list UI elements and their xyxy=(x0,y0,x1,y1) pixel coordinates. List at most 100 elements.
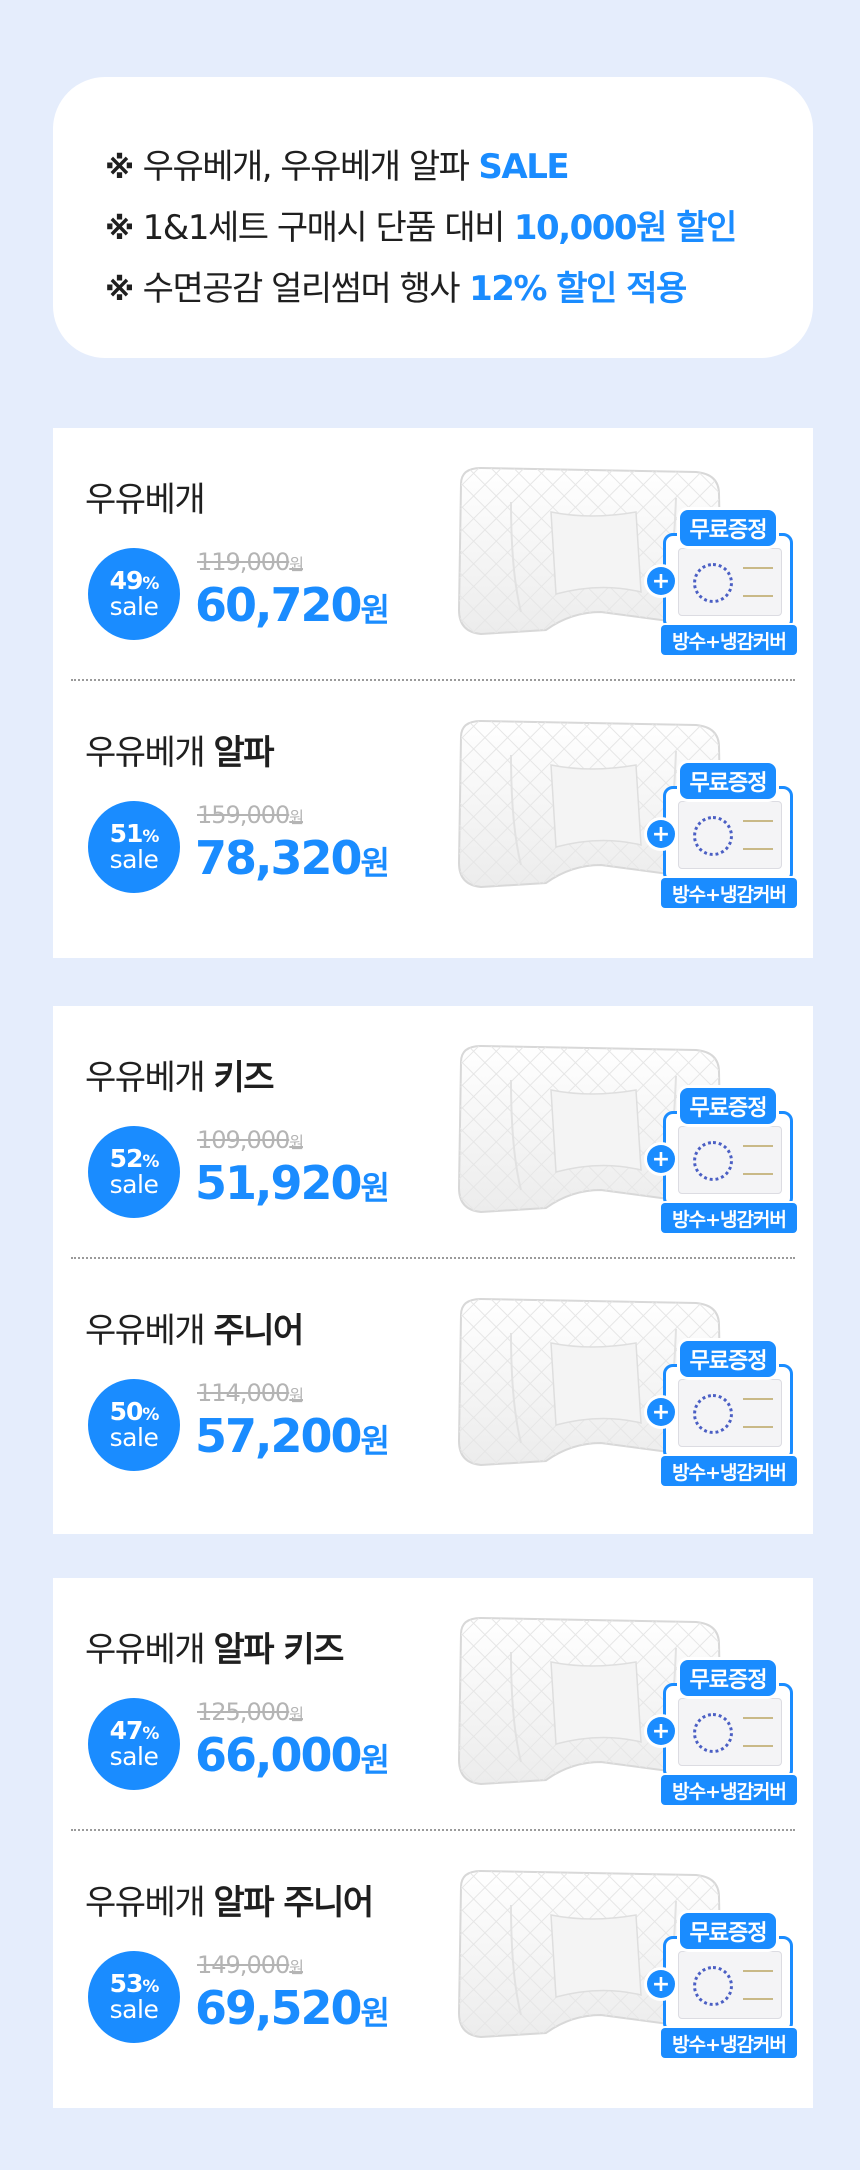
sale-price-value: 57,200 xyxy=(195,1409,363,1463)
gift-cover-image xyxy=(663,533,793,630)
gift-cover-image xyxy=(663,1364,793,1461)
won-unit: 원 xyxy=(360,1422,390,1460)
cover-logo-icon xyxy=(693,1966,733,2006)
original-price-value: 109,000 xyxy=(197,1126,290,1154)
cover-package-icon xyxy=(678,801,782,869)
notice-line-event-discount: ※ 수면공감 얼리썸머 행사 12% 할인 적용 xyxy=(105,261,813,322)
discount-value: 47 xyxy=(109,1715,144,1745)
discount-percent: 47% xyxy=(109,1715,160,1745)
cover-text-lines-icon xyxy=(743,1717,773,1747)
original-price: 125,000원 xyxy=(197,1698,304,1726)
product-name-bold: 알파 키즈 xyxy=(213,1630,344,1670)
original-price-value: 149,000 xyxy=(197,1951,290,1979)
gift-cover-label: 방수+냉감커버 xyxy=(661,1203,797,1233)
free-gift-tag: 무료증정 xyxy=(680,1660,776,1696)
product-name-bold: 알파 xyxy=(213,733,274,773)
discount-badge: 50% sale xyxy=(88,1379,180,1471)
plus-icon: + xyxy=(647,1398,675,1426)
discount-percent: 51% xyxy=(110,820,160,847)
product-panel-2: 우유베개 키즈 52% sale 109,000원 51,920원 무료증정 + xyxy=(53,1006,813,1534)
gift-cover-label: 방수+냉감커버 xyxy=(661,878,797,908)
discount-badge: 52% sale xyxy=(88,1126,180,1218)
promo-notice-box: ※ 우유베개, 우유베개 알파 SALE ※ 1&1세트 구매시 단품 대비 1… xyxy=(53,77,813,358)
sale-price-value: 66,000 xyxy=(195,1728,363,1782)
percent-unit: % xyxy=(142,1976,159,1997)
discount-value: 52 xyxy=(109,1143,144,1173)
discount-percent: 50% xyxy=(109,1396,160,1426)
product-card[interactable]: 우유베개 알파 키즈 47% sale 125,000원 66,000원 무료증… xyxy=(53,1578,813,1831)
won-unit: 원 xyxy=(289,555,304,574)
product-name[interactable]: 우유베개 키즈 xyxy=(85,1050,274,1099)
product-name[interactable]: 우유베개 알파 키즈 xyxy=(85,1622,344,1671)
discount-badge: 51% sale xyxy=(88,801,180,893)
sale-price-value: 78,320 xyxy=(195,831,363,885)
product-name[interactable]: 우유베개 알파 xyxy=(85,725,274,774)
won-unit: 원 xyxy=(289,1133,304,1152)
product-card[interactable]: 우유베개 알파 주니어 53% sale 149,000원 69,520원 무료… xyxy=(53,1831,813,2084)
free-gift-tag: 무료증정 xyxy=(680,1088,776,1124)
gift-cover-image xyxy=(663,1936,793,2033)
product-card[interactable]: 우유베개 주니어 50% sale 114,000원 57,200원 무료증정 xyxy=(53,1259,813,1512)
plus-icon: + xyxy=(647,1970,675,1998)
sale-label: sale xyxy=(109,845,159,874)
cover-logo-icon xyxy=(693,563,733,603)
product-name-plain: 우유베개 xyxy=(85,480,206,520)
product-name-plain: 우유베개 xyxy=(85,733,214,773)
gift-cover-label: 방수+냉감커버 xyxy=(661,1456,797,1486)
discount-value: 53 xyxy=(109,1968,144,1998)
product-name[interactable]: 우유베개 알파 주니어 xyxy=(85,1875,374,1924)
percent-unit: % xyxy=(142,1404,159,1425)
product-card[interactable]: 우유베개 알파 51% sale 159,000원 78,320원 무료증정 + xyxy=(53,681,813,934)
product-card[interactable]: 우유베개 키즈 52% sale 109,000원 51,920원 무료증정 + xyxy=(53,1006,813,1259)
free-gift-tag: 무료증정 xyxy=(680,1913,776,1949)
gift-cover-image xyxy=(663,786,793,883)
cover-package-icon xyxy=(678,1379,782,1447)
reference-mark-icon: ※ xyxy=(105,273,134,308)
sale-price: 51,920원 xyxy=(195,1156,390,1210)
product-name[interactable]: 우유베개 주니어 xyxy=(85,1303,304,1352)
plus-icon: + xyxy=(647,567,675,595)
product-name-plain: 우유베개 xyxy=(85,1630,214,1670)
original-price-value: 119,000 xyxy=(197,548,290,576)
won-unit: 원 xyxy=(360,1169,390,1207)
sale-label: sale xyxy=(109,592,159,621)
notice-highlight: 10,000원 할인 xyxy=(513,208,737,248)
cover-package-icon xyxy=(678,1126,782,1194)
product-card[interactable]: 우유베개 49% sale 119,000원 60,720원 무료증정 + 방수… xyxy=(53,428,813,681)
won-unit: 원 xyxy=(360,1741,390,1779)
sale-price: 66,000원 xyxy=(195,1728,390,1782)
reference-mark-icon: ※ xyxy=(105,151,134,186)
percent-unit: % xyxy=(142,1723,159,1744)
product-name-plain: 우유베개 xyxy=(85,1883,214,1923)
original-price: 109,000원 xyxy=(197,1126,304,1154)
reference-mark-icon: ※ xyxy=(105,212,134,247)
cover-package-icon xyxy=(678,1698,782,1766)
notice-text: 1&1세트 구매시 단품 대비 xyxy=(142,208,506,248)
gift-cover-label: 방수+냉감커버 xyxy=(661,1775,797,1805)
gift-cover-image xyxy=(663,1683,793,1780)
plus-icon: + xyxy=(647,1717,675,1745)
notice-highlight: SALE xyxy=(478,147,569,187)
sale-price-value: 51,920 xyxy=(195,1156,363,1210)
original-price: 159,000원 xyxy=(197,801,304,829)
sale-price: 60,720원 xyxy=(195,578,390,632)
plus-icon: + xyxy=(647,820,675,848)
cover-package-icon xyxy=(678,548,782,616)
discount-value: 50 xyxy=(109,1396,144,1426)
notice-highlight: 12% 할인 적용 xyxy=(469,269,687,309)
cover-logo-icon xyxy=(693,1141,733,1181)
product-name-plain: 우유베개 xyxy=(85,1058,214,1098)
sale-price-value: 60,720 xyxy=(195,578,363,632)
cover-logo-icon xyxy=(693,1394,733,1434)
won-unit: 원 xyxy=(360,1994,390,2032)
cover-text-lines-icon xyxy=(743,1145,773,1175)
won-unit: 원 xyxy=(289,1386,304,1405)
discount-percent: 52% xyxy=(109,1143,160,1173)
product-name[interactable]: 우유베개 xyxy=(85,472,206,521)
product-name-bold: 키즈 xyxy=(213,1058,274,1098)
original-price: 119,000원 xyxy=(197,548,304,576)
gift-cover-label: 방수+냉감커버 xyxy=(661,625,797,655)
percent-unit: % xyxy=(142,573,159,594)
discount-percent: 53% xyxy=(109,1968,160,1998)
won-unit: 원 xyxy=(289,1705,304,1724)
